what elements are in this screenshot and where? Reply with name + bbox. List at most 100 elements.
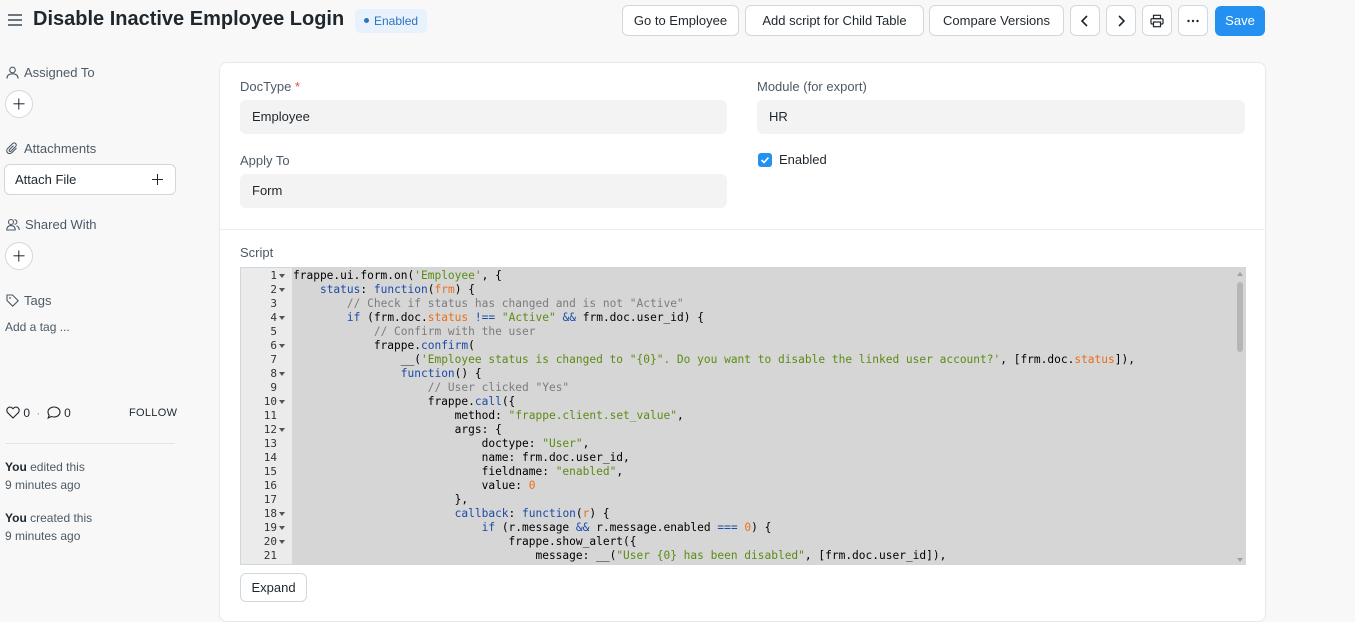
expand-button[interactable]: Expand [240,573,307,602]
code-editor[interactable]: 1 frappe.ui.form.on('Employee', {2 status… [240,267,1246,565]
required-marker: * [294,79,300,94]
activity-time: 9 minutes ago [5,478,81,492]
section-divider [220,229,1265,230]
code-line: 13 doctype: "User", [241,437,1241,451]
comments-count: 0 [64,406,71,420]
fold-arrow-icon[interactable] [279,372,285,376]
line-number: 13 [263,437,277,450]
more-actions-button[interactable] [1178,5,1208,36]
add-tag-input[interactable]: Add a tag ... [5,320,70,334]
module-field[interactable]: HR [757,100,1245,134]
add-assignee-button[interactable] [5,90,33,118]
follow-button[interactable]: FOLLOW [129,407,177,419]
activity-time: 9 minutes ago [5,529,81,543]
code-text: callback: function(r) { [454,507,610,520]
fold-arrow-icon[interactable] [279,540,285,544]
add-child-table-script-button[interactable]: Add script for Child Table [745,5,924,36]
line-number: 21 [263,549,277,562]
assigned-to-label: Assigned To [24,65,95,80]
fold-arrow-icon[interactable] [279,316,285,320]
tags-section: Tags [6,293,51,308]
code-line: 9 // User clicked "Yes" [241,381,1241,395]
fold-arrow-icon[interactable] [279,288,285,292]
fold-arrow-icon[interactable] [279,344,285,348]
activity-item: You created this 9 minutes ago [5,509,92,545]
assigned-to-section: Assigned To [6,65,95,80]
menu-icon[interactable] [8,14,22,26]
code-text: frappe.ui.form.on('Employee', { [293,269,502,282]
plus-icon [152,174,163,185]
code-line: 20 frappe.show_alert({ [241,535,1241,549]
line-number: 8 [270,367,277,380]
code-line: 7 __('Employee status is changed to "{0}… [241,353,1241,367]
line-number: 9 [270,381,277,394]
shared-with-section: Shared With [6,217,97,232]
previous-button[interactable] [1070,5,1100,36]
editor-scrollbar[interactable] [1235,268,1245,564]
code-text: message: __("User {0} has been disabled"… [293,549,947,562]
code-line: 16 value: 0 [241,479,1241,493]
attachments-label: Attachments [24,141,97,156]
go-to-employee-button[interactable]: Go to Employee [622,5,739,36]
line-number: 4 [270,311,277,324]
scroll-up-icon[interactable] [1237,272,1243,276]
users-icon [6,218,20,231]
tags-label: Tags [24,293,52,308]
code-text: name: frm.doc.user_id, [293,451,630,464]
check-icon [760,156,770,164]
next-button[interactable] [1106,5,1136,36]
fold-arrow-icon[interactable] [279,512,285,516]
doctype-field[interactable]: Employee [240,100,727,134]
status-dot-icon [364,18,369,24]
line-number: 19 [263,521,277,534]
code-line: 5 // Confirm with the user [241,325,1241,339]
doctype-label-text: DocType [240,79,292,94]
fold-arrow-icon[interactable] [279,428,285,432]
line-number: 5 [270,325,277,338]
code-line: 10 frappe.call({ [241,395,1241,409]
line-number: 6 [270,339,277,352]
fold-arrow-icon[interactable] [279,400,285,404]
doctype-label: DocType * [240,79,300,94]
separator-dot: · [36,406,41,420]
code-line: 19 if (r.message && r.message.enabled ==… [241,521,1241,535]
apply-to-label: Apply To [240,153,290,168]
attach-file-button[interactable]: Attach File [4,164,176,195]
print-button[interactable] [1142,5,1172,36]
shared-with-label: Shared With [25,217,97,232]
enabled-label: Enabled [779,152,827,167]
save-button[interactable]: Save [1215,6,1265,36]
page-title: Disable Inactive Employee Login [33,8,345,30]
scroll-thumb[interactable] [1237,282,1243,352]
code-text: // User clicked "Yes" [427,381,570,394]
code-line: 11 method: "frappe.client.set_value", [241,409,1241,423]
code-text: args: { [293,423,502,436]
line-number: 15 [263,465,277,478]
apply-to-field[interactable]: Form [240,174,727,208]
line-number: 12 [263,423,277,436]
share-button[interactable] [5,242,33,270]
tag-icon [6,294,19,307]
attach-file-label: Attach File [15,172,77,187]
line-number: 3 [270,297,277,310]
line-number: 10 [263,395,277,408]
heart-icon[interactable] [6,406,20,419]
line-number: 17 [263,493,277,506]
code-text: if (frm.doc.status !== "Active" && frm.d… [346,311,704,324]
code-text: fieldname: "enabled", [293,465,624,478]
fold-arrow-icon[interactable] [279,274,285,278]
fold-arrow-icon[interactable] [279,526,285,530]
code-text: }, [293,493,469,506]
scroll-down-icon[interactable] [1237,558,1243,562]
comment-icon[interactable] [47,406,61,420]
page-header: Disable Inactive Employee Login Enabled … [0,0,1355,42]
code-line: 2 status: function(frm) { [241,283,1241,297]
script-label: Script [240,245,274,260]
enabled-checkbox[interactable] [758,153,772,167]
code-line: 17 }, [241,493,1241,507]
activity-action: edited this [26,460,85,474]
code-text: doctype: "User", [293,437,590,450]
code-line: 6 frappe.confirm( [241,339,1241,353]
compare-versions-button[interactable]: Compare Versions [929,5,1064,36]
activity-action: created this [26,511,93,525]
